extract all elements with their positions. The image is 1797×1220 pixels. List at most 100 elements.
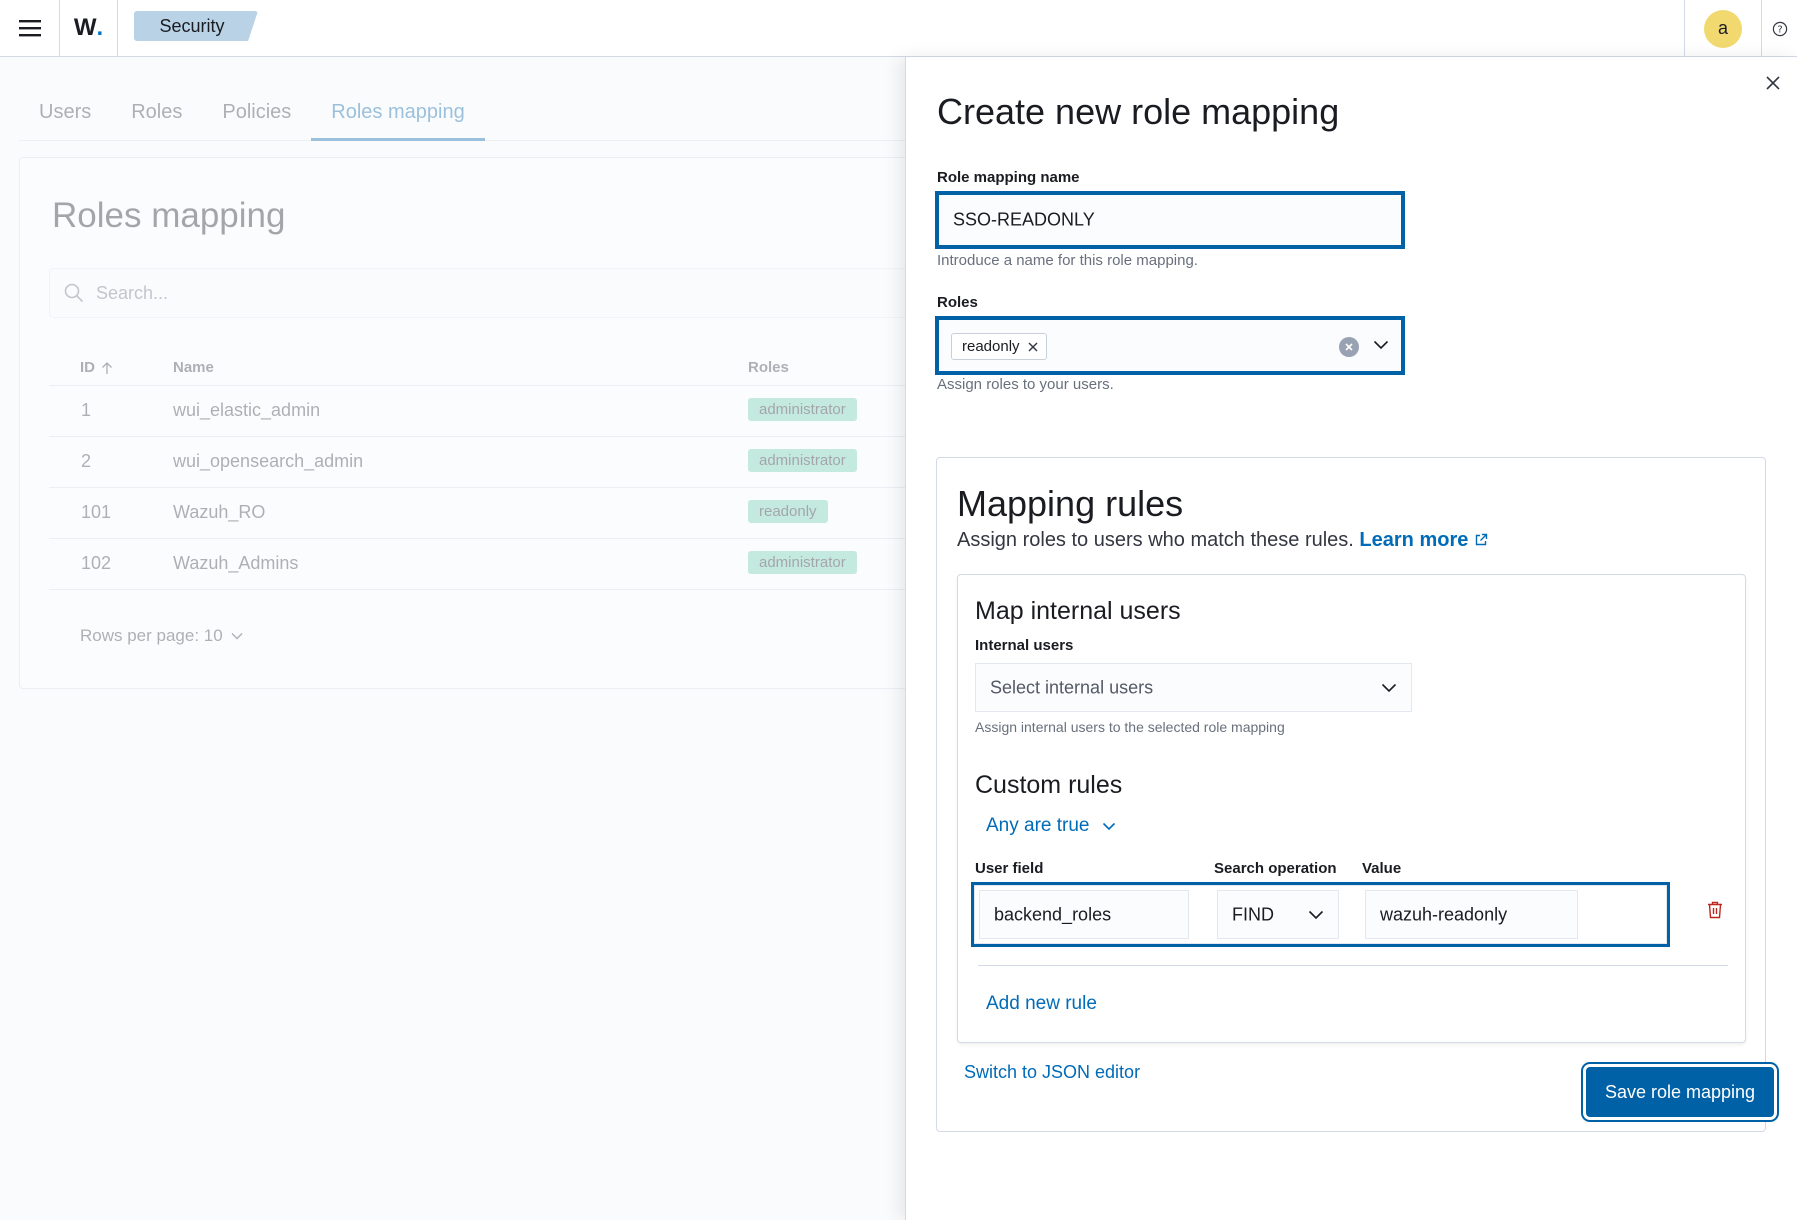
internal-users-select[interactable]: Select internal users <box>975 663 1412 712</box>
table-row[interactable]: 2 wui_opensearch_admin administrator <box>49 437 919 488</box>
menu-button[interactable] <box>0 0 60 57</box>
rows-per-page[interactable]: Rows per page: 10 <box>80 626 243 646</box>
cell-name: wui_elastic_admin <box>173 400 321 420</box>
table-row[interactable]: 102 Wazuh_Admins administrator <box>49 539 919 590</box>
mapping-rules-panel: Mapping rules Assign roles to users who … <box>936 457 1766 1132</box>
cell-name: wui_opensearch_admin <box>173 451 364 471</box>
roles-help: Assign roles to your users. <box>937 376 1114 393</box>
mapping-rules-description: Assign roles to users who match these ru… <box>957 529 1488 552</box>
role-mapping-name-input[interactable]: SSO-READONLY <box>938 194 1402 246</box>
page-title: Roles mapping <box>52 196 286 235</box>
cell-id: 101 <box>81 502 112 522</box>
value-value: wazuh-readonly <box>1380 904 1508 924</box>
help-icon: ? <box>1772 21 1787 36</box>
roles-mapping-panel: Roles mapping Search... ID Name Roles 1 … <box>19 157 929 689</box>
save-role-mapping-button[interactable]: Save role mapping <box>1586 1067 1774 1117</box>
chevron-down-icon <box>1102 822 1115 830</box>
trash-icon <box>1708 901 1722 919</box>
role-badge: administrator <box>748 398 857 421</box>
col-roles: Roles <box>748 359 789 376</box>
internal-users-label: Internal users <box>975 637 1074 654</box>
breadcrumb[interactable]: Security <box>134 11 258 41</box>
role-badge: administrator <box>748 551 857 574</box>
cell-name: Wazuh_RO <box>173 502 266 522</box>
col-id[interactable]: ID <box>80 359 113 376</box>
avatar: a <box>1704 9 1742 48</box>
rows-per-page-label: Rows per page: 10 <box>80 626 223 645</box>
close-button[interactable] <box>1761 71 1785 95</box>
create-role-mapping-flyout: Create new role mapping Role mapping nam… <box>905 57 1797 1220</box>
operator-dropdown[interactable]: Any are true <box>986 815 1116 837</box>
custom-rules-title: Custom rules <box>975 771 1123 799</box>
clear-roles-button[interactable] <box>1339 337 1359 357</box>
user-menu-button[interactable]: a <box>1684 0 1762 57</box>
help-button[interactable]: ? <box>1762 0 1797 57</box>
tab-roles-mapping[interactable]: Roles mapping <box>311 91 485 141</box>
col-name[interactable]: Name <box>173 359 214 376</box>
table-header: ID Name Roles <box>49 350 919 386</box>
user-field-input[interactable]: backend_roles <box>979 890 1189 939</box>
divider <box>978 965 1728 966</box>
tab-roles[interactable]: Roles <box>111 91 202 141</box>
background-page: Users Roles Policies Roles mapping Roles… <box>0 57 929 1220</box>
remove-chip-icon[interactable] <box>1028 342 1038 352</box>
search-icon <box>64 283 84 303</box>
user-field-value: backend_roles <box>994 904 1112 924</box>
chevron-down-icon <box>1308 910 1324 920</box>
delete-rule-button[interactable] <box>1706 900 1724 925</box>
close-icon <box>1766 76 1780 90</box>
logo-text: W <box>73 14 97 41</box>
rules-inner-panel: Map internal users Internal users Select… <box>957 574 1746 1043</box>
value-input[interactable]: wazuh-readonly <box>1365 890 1578 939</box>
role-chip: readonly <box>951 333 1047 360</box>
name-help: Introduce a name for this role mapping. <box>937 252 1198 269</box>
search-operation-value: FIND <box>1232 904 1274 924</box>
sort-up-icon <box>102 361 112 374</box>
search-placeholder: Search... <box>96 282 169 303</box>
switch-to-json-editor-link[interactable]: Switch to JSON editor <box>964 1062 1140 1083</box>
internal-users-help: Assign internal users to the selected ro… <box>975 719 1285 735</box>
chevron-down-icon <box>1381 683 1397 693</box>
cell-id: 1 <box>81 400 92 420</box>
chevron-down-icon[interactable] <box>1373 340 1389 350</box>
operator-label: Any are true <box>986 815 1090 836</box>
learn-more-label: Learn more <box>1359 529 1469 551</box>
search-operation-label: Search operation <box>1214 860 1337 877</box>
user-field-label: User field <box>975 860 1044 877</box>
role-badge: readonly <box>748 500 828 523</box>
role-badge: administrator <box>748 449 857 472</box>
add-new-rule-button[interactable]: Add new rule <box>986 993 1097 1015</box>
name-label: Role mapping name <box>937 169 1080 186</box>
tab-users[interactable]: Users <box>19 91 111 141</box>
tabs: Users Roles Policies Roles mapping <box>19 91 905 141</box>
cell-id: 102 <box>81 553 112 573</box>
clear-icon <box>1345 343 1353 351</box>
mapping-rules-title: Mapping rules <box>957 483 1184 524</box>
rule-row: backend_roles FIND wazuh-readonly <box>974 885 1667 944</box>
search-operation-select[interactable]: FIND <box>1217 890 1339 939</box>
role-chip-label: readonly <box>962 338 1020 355</box>
roles-label: Roles <box>937 294 978 311</box>
hamburger-icon <box>18 20 41 37</box>
tab-policies[interactable]: Policies <box>202 91 311 141</box>
breadcrumb-label: Security <box>159 15 225 36</box>
name-value: SSO-READONLY <box>953 209 1095 230</box>
top-header: W. <box>0 0 1797 57</box>
avatar-letter: a <box>1717 18 1728 38</box>
flyout-title: Create new role mapping <box>937 91 1340 132</box>
table-row[interactable]: 101 Wazuh_RO readonly <box>49 488 919 539</box>
learn-more-link[interactable]: Learn more <box>1359 529 1488 551</box>
internal-users-placeholder: Select internal users <box>990 677 1154 697</box>
col-id-label: ID <box>80 359 95 376</box>
table-row[interactable]: 1 wui_elastic_admin administrator <box>49 386 919 437</box>
external-link-icon <box>1475 533 1488 546</box>
value-label: Value <box>1362 860 1402 877</box>
cell-name: Wazuh_Admins <box>173 553 299 573</box>
cell-id: 2 <box>81 451 92 471</box>
search-input[interactable]: Search... <box>49 268 929 318</box>
internal-users-title: Map internal users <box>975 597 1181 625</box>
logo-dot: . <box>96 14 104 41</box>
roles-combobox[interactable]: readonly <box>938 319 1402 372</box>
logo[interactable]: W. <box>60 0 118 57</box>
svg-text:?: ? <box>1777 24 1782 35</box>
